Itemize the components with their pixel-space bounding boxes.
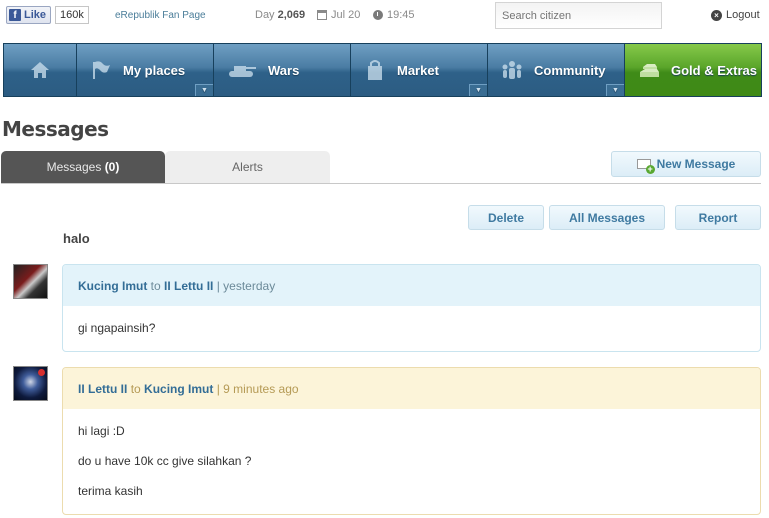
gold-bars-icon	[637, 58, 661, 82]
tab-alerts[interactable]: Alerts	[165, 151, 330, 183]
recipient-link[interactable]: II Lettu II	[164, 279, 213, 293]
avatar[interactable]	[13, 264, 48, 299]
new-message-label: New Message	[656, 157, 736, 171]
all-messages-button[interactable]: All Messages	[549, 205, 665, 230]
nav-community[interactable]: Community ▼	[488, 44, 625, 96]
game-day: Day 2,069	[255, 9, 305, 21]
tab-divider	[1, 183, 761, 184]
message-header: II Lettu II to Kucing Imut | 9 minutes a…	[63, 368, 760, 409]
calendar-icon	[317, 10, 327, 20]
message-header: Kucing Imut to II Lettu II | yesterday	[63, 265, 760, 306]
message-line: do u have 10k cc give silahkan ?	[78, 454, 252, 468]
sender-link[interactable]: II Lettu II	[78, 382, 127, 396]
day-number: 2,069	[277, 9, 306, 21]
logout-link[interactable]: × Logout	[711, 9, 760, 21]
message-tabs: Messages (0) Alerts	[1, 151, 330, 183]
logout-label: Logout	[726, 9, 760, 21]
facebook-like-widget[interactable]: f Like 160k	[6, 6, 89, 24]
date-display: Jul 20	[317, 9, 360, 21]
nav-my-places[interactable]: My places ▼	[77, 44, 214, 96]
chevron-down-icon[interactable]: ▼	[195, 84, 213, 96]
tab-messages-count: (0)	[104, 160, 120, 174]
facebook-icon: f	[9, 9, 21, 21]
new-envelope-icon	[636, 159, 655, 174]
message-line: gi ngapainsih?	[78, 321, 156, 335]
facebook-like-count: 160k	[55, 6, 89, 24]
to-word: to	[130, 381, 141, 396]
nav-label-wars: Wars	[268, 62, 300, 78]
time-text: 19:45	[387, 9, 415, 21]
close-circle-icon: ×	[711, 9, 722, 21]
delete-button[interactable]: Delete	[468, 205, 544, 230]
message-item: II Lettu II to Kucing Imut | 9 minutes a…	[62, 367, 761, 515]
nav-label-market: Market	[397, 62, 439, 78]
to-word: to	[150, 278, 161, 293]
page-title: Messages	[2, 117, 109, 141]
clock-icon	[373, 10, 383, 20]
time-display: 19:45	[373, 9, 415, 21]
sender-link[interactable]: Kucing Imut	[78, 279, 147, 293]
avatar[interactable]	[13, 366, 48, 401]
fan-page-link[interactable]: eRepublik Fan Page	[115, 10, 206, 21]
tab-messages[interactable]: Messages (0)	[1, 151, 165, 183]
day-prefix: Day	[255, 9, 275, 21]
recipient-link[interactable]: Kucing Imut	[144, 382, 213, 396]
message-line: hi lagi :D	[78, 424, 125, 438]
top-bar: f Like 160k eRepublik Fan Page Day 2,069…	[0, 0, 769, 32]
tab-messages-label: Messages	[46, 160, 102, 174]
shopping-bag-icon	[363, 58, 387, 82]
message-line: terima kasih	[78, 484, 143, 498]
message-item: Kucing Imut to II Lettu II | yesterday g…	[62, 264, 761, 352]
nav-wars[interactable]: Wars	[214, 44, 351, 96]
nav-home[interactable]	[4, 44, 77, 96]
nav-label-community: Community	[534, 62, 606, 78]
new-message-button[interactable]: New Message	[611, 151, 761, 177]
message-body: gi ngapainsih?	[63, 306, 760, 350]
nav-label-my-places: My places	[123, 62, 186, 78]
nav-label-gold-extras: Gold & Extras	[671, 62, 757, 78]
report-button[interactable]: Report	[675, 205, 761, 230]
search-citizen-input[interactable]	[495, 2, 662, 29]
facebook-like-button[interactable]: f Like	[6, 6, 52, 24]
facebook-like-label: Like	[24, 9, 47, 21]
date-text: Jul 20	[331, 9, 361, 21]
nav-market[interactable]: Market ▼	[351, 44, 488, 96]
chevron-down-icon[interactable]: ▼	[469, 84, 487, 96]
tab-alerts-label: Alerts	[232, 160, 263, 174]
tank-icon	[226, 58, 258, 82]
message-time: | yesterday	[216, 278, 276, 293]
message-subject: halo	[63, 231, 90, 246]
chevron-down-icon[interactable]: ▼	[606, 84, 624, 96]
flag-icon	[89, 58, 113, 82]
people-icon	[500, 58, 524, 82]
message-body: hi lagi :D do u have 10k cc give silahka…	[63, 409, 760, 513]
nav-gold-extras[interactable]: Gold & Extras	[625, 44, 761, 96]
home-icon	[28, 58, 52, 82]
main-nav: My places ▼ Wars Market ▼ Community ▼ Go…	[3, 43, 762, 97]
message-time: | 9 minutes ago	[216, 381, 299, 396]
